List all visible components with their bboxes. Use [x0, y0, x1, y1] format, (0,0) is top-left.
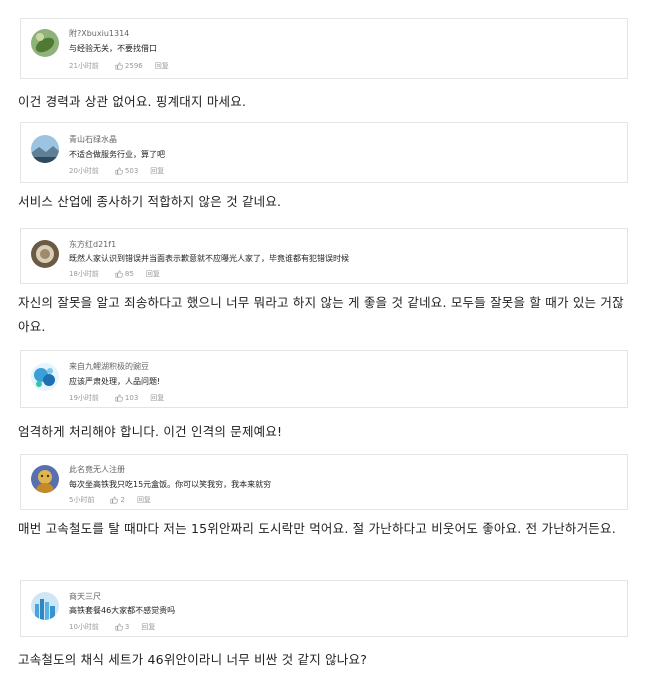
comment-text: 应该严肃处理，人品问题!	[69, 377, 161, 386]
comment-username[interactable]: 青山石绿水晶	[69, 134, 117, 145]
city-skyline-avatar-icon[interactable]	[31, 592, 59, 620]
comment-card: 附?Xbuxiu1314 与经验无关，不要找借口 21小时前 2596 回复	[20, 18, 628, 79]
like-button[interactable]: 2596	[115, 62, 143, 70]
comment-time: 5小时前	[69, 496, 95, 504]
reply-button[interactable]: 回复	[137, 495, 151, 505]
reply-button[interactable]: 回复	[155, 61, 169, 71]
thumbs-up-icon	[115, 623, 123, 631]
comment-username[interactable]: 附?Xbuxiu1314	[69, 28, 129, 39]
comment-card: 东方红d21f1 既然人家认识到错误并当面表示歉意就不应曝光人家了，毕竟谁都有犯…	[20, 228, 628, 284]
comment-username[interactable]: 东方红d21f1	[69, 239, 116, 250]
thumbs-up-icon	[110, 496, 119, 504]
comment-text: 高铁套餐46大家都不感觉贵吗	[69, 606, 176, 615]
korean-translation: 매번 고속철도를 탈 때마다 저는 15위안짜리 도시락만 먹어요. 절 가난하…	[18, 521, 616, 536]
comment-meta: 5小时前 2 回复	[69, 495, 151, 505]
comment-time: 18小时前	[69, 270, 99, 278]
reply-button[interactable]: 回复	[141, 622, 155, 632]
comment-text: 每次坐高铁我只吃15元盒饭。你可以笑我穷，我本来就穷	[69, 480, 272, 489]
comment-card: 商天三尺 高铁套餐46大家都不感觉贵吗 10小时前 3 回复	[20, 580, 628, 637]
comment-text: 不适合做服务行业，算了吧	[69, 150, 165, 159]
thumbs-up-icon	[115, 167, 123, 175]
like-button[interactable]: 3	[115, 623, 129, 631]
comment-time: 19小时前	[69, 394, 99, 402]
like-count: 2596	[124, 62, 143, 70]
brown-circle-avatar-icon[interactable]	[31, 240, 59, 268]
korean-translation: 엄격하게 처리해야 합니다. 이건 인격의 문제예요!	[18, 424, 283, 439]
korean-translation: 고속철도의 채식 세트가 46위안이라니 너무 비싼 것 같지 않나요?	[18, 652, 368, 667]
comment-text: 既然人家认识到错误并当面表示歉意就不应曝光人家了，毕竟谁都有犯错误时候	[69, 254, 349, 263]
comment-username[interactable]: 此名竟无人注册	[69, 464, 125, 475]
thumbs-up-icon	[115, 270, 123, 278]
comment-meta: 18小时前 85 回复	[69, 269, 160, 279]
green-leaf-avatar-icon[interactable]	[31, 29, 59, 57]
like-button[interactable]: 2	[110, 496, 125, 504]
thumbs-up-icon	[115, 394, 123, 402]
comment-time: 21小时前	[69, 62, 99, 70]
comment-time: 10小时前	[69, 623, 99, 631]
like-button[interactable]: 85	[115, 270, 134, 278]
cartoon-avatar-icon[interactable]	[31, 465, 59, 493]
comment-username[interactable]: 商天三尺	[69, 591, 101, 602]
comment-card: 青山石绿水晶 不适合做服务行业，算了吧 20小时前 503 回复	[20, 122, 628, 183]
comment-meta: 19小时前 103 回复	[69, 393, 164, 403]
like-count: 85	[124, 270, 134, 278]
comment-meta: 20小时前 503 回复	[69, 166, 164, 176]
korean-translation: 자신의 잘못을 알고 죄송하다고 했으니 너무 뭐라고 하지 않는 게 좋을 것…	[18, 295, 624, 334]
comment-time: 20小时前	[69, 167, 99, 175]
like-count: 503	[124, 167, 139, 175]
thumbs-up-icon	[115, 62, 123, 70]
comment-text: 与经验无关，不要找借口	[69, 44, 157, 53]
comment-username[interactable]: 来自九鲤湖积极的豌豆	[69, 361, 149, 372]
reply-button[interactable]: 回复	[150, 393, 164, 403]
comment-card: 此名竟无人注册 每次坐高铁我只吃15元盒饭。你可以笑我穷，我本来就穷 5小时前 …	[20, 454, 628, 510]
comment-card: 来自九鲤湖积极的豌豆 应该严肃处理，人品问题! 19小时前 103 回复	[20, 350, 628, 408]
korean-translation: 이건 경력과 상관 없어요. 핑계대지 마세요.	[18, 94, 247, 109]
landscape-avatar-icon[interactable]	[31, 135, 59, 163]
like-button[interactable]: 103	[115, 394, 138, 402]
korean-translation: 서비스 산업에 종사하기 적합하지 않은 것 같네요.	[18, 194, 282, 209]
blue-bubbles-avatar-icon[interactable]	[31, 363, 59, 391]
like-count: 3	[124, 623, 130, 631]
reply-button[interactable]: 回复	[150, 166, 164, 176]
reply-button[interactable]: 回复	[146, 269, 160, 279]
comment-meta: 10小时前 3 回复	[69, 622, 155, 632]
comment-meta: 21小时前 2596 回复	[69, 61, 169, 71]
like-count: 103	[124, 394, 139, 402]
like-button[interactable]: 503	[115, 167, 138, 175]
like-count: 2	[120, 496, 125, 504]
